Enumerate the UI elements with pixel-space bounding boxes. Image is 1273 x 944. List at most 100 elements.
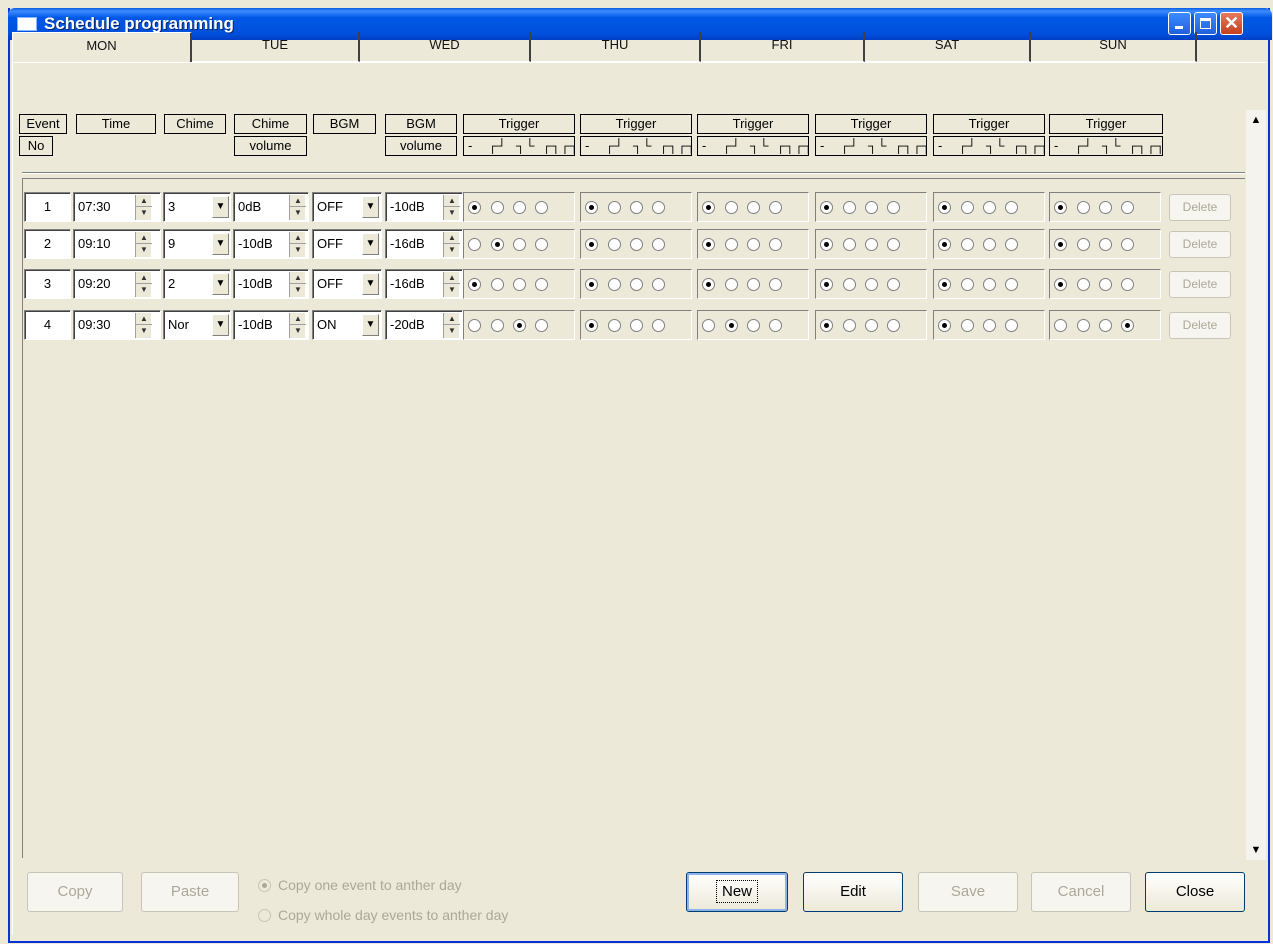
close-button[interactable]: Close [1145,872,1245,912]
radio-copy-one[interactable] [258,879,271,892]
trigger-radio[interactable] [747,201,760,214]
trigger-radio[interactable] [983,278,996,291]
trigger-radio[interactable] [585,238,598,251]
bgm-volume-spinner[interactable]: ▲ ▼ [443,313,460,338]
chevron-down-icon[interactable]: ▼ [362,273,379,295]
trigger-radio[interactable] [630,278,643,291]
trigger-radio[interactable] [1077,278,1090,291]
trigger-radio[interactable] [630,201,643,214]
tab-fri[interactable]: FRI [701,32,865,62]
trigger-radio[interactable] [938,278,951,291]
cancel-button[interactable]: Cancel [1031,872,1131,912]
chevron-down-icon[interactable]: ▼ [362,233,379,255]
bgm-volume-field[interactable]: -20dB ▲ ▼ [385,310,463,340]
paste-button[interactable]: Paste [141,872,239,912]
trigger-radio[interactable] [652,319,665,332]
edit-button[interactable]: Edit [803,872,903,912]
trigger-radio[interactable] [769,278,782,291]
trigger-radio[interactable] [1005,319,1018,332]
chime-select[interactable]: 3 ▼ [163,192,231,222]
trigger-radio[interactable] [843,238,856,251]
chevron-down-icon[interactable]: ▼ [212,233,229,255]
bgm-volume-field[interactable]: -10dB ▲ ▼ [385,192,463,222]
trigger-radio[interactable] [961,319,974,332]
trigger-radio[interactable] [1054,238,1067,251]
chevron-down-icon[interactable]: ▼ [362,314,379,336]
copy-button[interactable]: Copy [27,872,123,912]
scroll-up-icon[interactable]: ▲ [1246,110,1266,130]
trigger-radio[interactable] [747,238,760,251]
trigger-radio[interactable] [535,238,548,251]
trigger-radio[interactable] [843,278,856,291]
trigger-radio[interactable] [938,238,951,251]
radio-copy-whole[interactable] [258,909,271,922]
trigger-radio[interactable] [630,319,643,332]
trigger-radio[interactable] [491,201,504,214]
trigger-radio[interactable] [468,319,481,332]
chime-select[interactable]: 2 ▼ [163,269,231,299]
trigger-radio[interactable] [769,319,782,332]
trigger-radio[interactable] [1054,278,1067,291]
trigger-radio[interactable] [865,319,878,332]
chevron-down-icon[interactable]: ▼ [212,196,229,218]
trigger-radio[interactable] [938,319,951,332]
chime-volume-spinner[interactable]: ▲ ▼ [289,313,306,338]
bgm-volume-spinner[interactable]: ▲ ▼ [443,272,460,297]
trigger-radio[interactable] [1099,201,1112,214]
trigger-radio[interactable] [820,238,833,251]
time-spinner[interactable]: ▲ ▼ [135,232,152,257]
trigger-radio[interactable] [769,238,782,251]
bgm-select[interactable]: ON ▼ [312,310,382,340]
option-copy-one[interactable]: Copy one event to anther day [258,877,462,893]
chime-volume-field[interactable]: 0dB ▲ ▼ [233,192,309,222]
trigger-radio[interactable] [1077,238,1090,251]
trigger-radio[interactable] [725,278,738,291]
trigger-radio[interactable] [865,201,878,214]
chime-select[interactable]: Nor ▼ [163,310,231,340]
trigger-radio[interactable] [702,278,715,291]
trigger-radio[interactable] [468,278,481,291]
trigger-radio[interactable] [1077,319,1090,332]
trigger-radio[interactable] [1005,201,1018,214]
trigger-radio[interactable] [585,278,598,291]
trigger-radio[interactable] [865,238,878,251]
trigger-radio[interactable] [1099,238,1112,251]
chime-volume-spinner[interactable]: ▲ ▼ [289,272,306,297]
trigger-radio[interactable] [513,238,526,251]
trigger-radio[interactable] [1099,319,1112,332]
chime-volume-field[interactable]: -10dB ▲ ▼ [233,269,309,299]
trigger-radio[interactable] [1121,238,1134,251]
trigger-radio[interactable] [1054,201,1067,214]
tab-wed[interactable]: WED [360,32,531,62]
trigger-radio[interactable] [652,238,665,251]
trigger-radio[interactable] [513,201,526,214]
trigger-radio[interactable] [1054,319,1067,332]
time-spinner[interactable]: ▲ ▼ [135,195,152,220]
trigger-radio[interactable] [1121,278,1134,291]
delete-button[interactable]: Delete [1169,312,1231,339]
trigger-radio[interactable] [585,319,598,332]
trigger-radio[interactable] [865,278,878,291]
trigger-radio[interactable] [983,238,996,251]
trigger-radio[interactable] [702,238,715,251]
trigger-radio[interactable] [491,319,504,332]
trigger-radio[interactable] [1077,201,1090,214]
save-button[interactable]: Save [918,872,1018,912]
chime-volume-spinner[interactable]: ▲ ▼ [289,232,306,257]
trigger-radio[interactable] [961,278,974,291]
trigger-radio[interactable] [630,238,643,251]
bgm-volume-spinner[interactable]: ▲ ▼ [443,232,460,257]
trigger-radio[interactable] [702,319,715,332]
trigger-radio[interactable] [887,201,900,214]
time-spinner[interactable]: ▲ ▼ [135,313,152,338]
trigger-radio[interactable] [1121,201,1134,214]
trigger-radio[interactable] [820,201,833,214]
trigger-radio[interactable] [820,278,833,291]
time-spinner[interactable]: ▲ ▼ [135,272,152,297]
chevron-down-icon[interactable]: ▼ [212,314,229,336]
trigger-radio[interactable] [938,201,951,214]
trigger-radio[interactable] [725,201,738,214]
delete-button[interactable]: Delete [1169,194,1231,221]
trigger-radio[interactable] [769,201,782,214]
time-field[interactable]: 07:30 ▲ ▼ [73,192,161,222]
